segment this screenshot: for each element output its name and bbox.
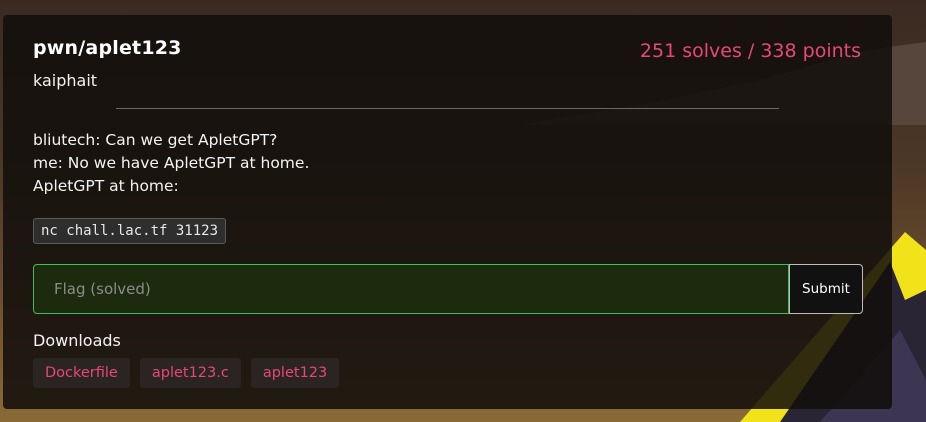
description-line: me: No we have ApletGPT at home. (33, 154, 310, 172)
divider (116, 108, 779, 109)
download-dockerfile[interactable]: Dockerfile (33, 358, 130, 388)
challenge-author: kaiphait (33, 71, 98, 90)
downloads-heading: Downloads (33, 331, 121, 350)
challenge-card: pwn/aplet123 251 solves / 338 points kai… (3, 15, 892, 409)
description-line: bliutech: Can we get ApletGPT? (33, 131, 278, 149)
flag-input[interactable] (33, 264, 789, 314)
downloads-list: Dockerfile aplet123.c aplet123 (33, 358, 340, 388)
description-line: ApletGPT at home: (33, 177, 179, 195)
challenge-score: 251 solves / 338 points (639, 40, 861, 62)
challenge-title: pwn/aplet123 (33, 37, 182, 59)
submit-button[interactable]: Submit (789, 264, 863, 314)
challenge-description: bliutech: Can we get ApletGPT? me: No we… (33, 129, 309, 198)
download-aplet123-c[interactable]: aplet123.c (139, 358, 241, 388)
connection-command: nc chall.lac.tf 31123 (33, 218, 227, 244)
download-aplet123[interactable]: aplet123 (250, 358, 340, 388)
